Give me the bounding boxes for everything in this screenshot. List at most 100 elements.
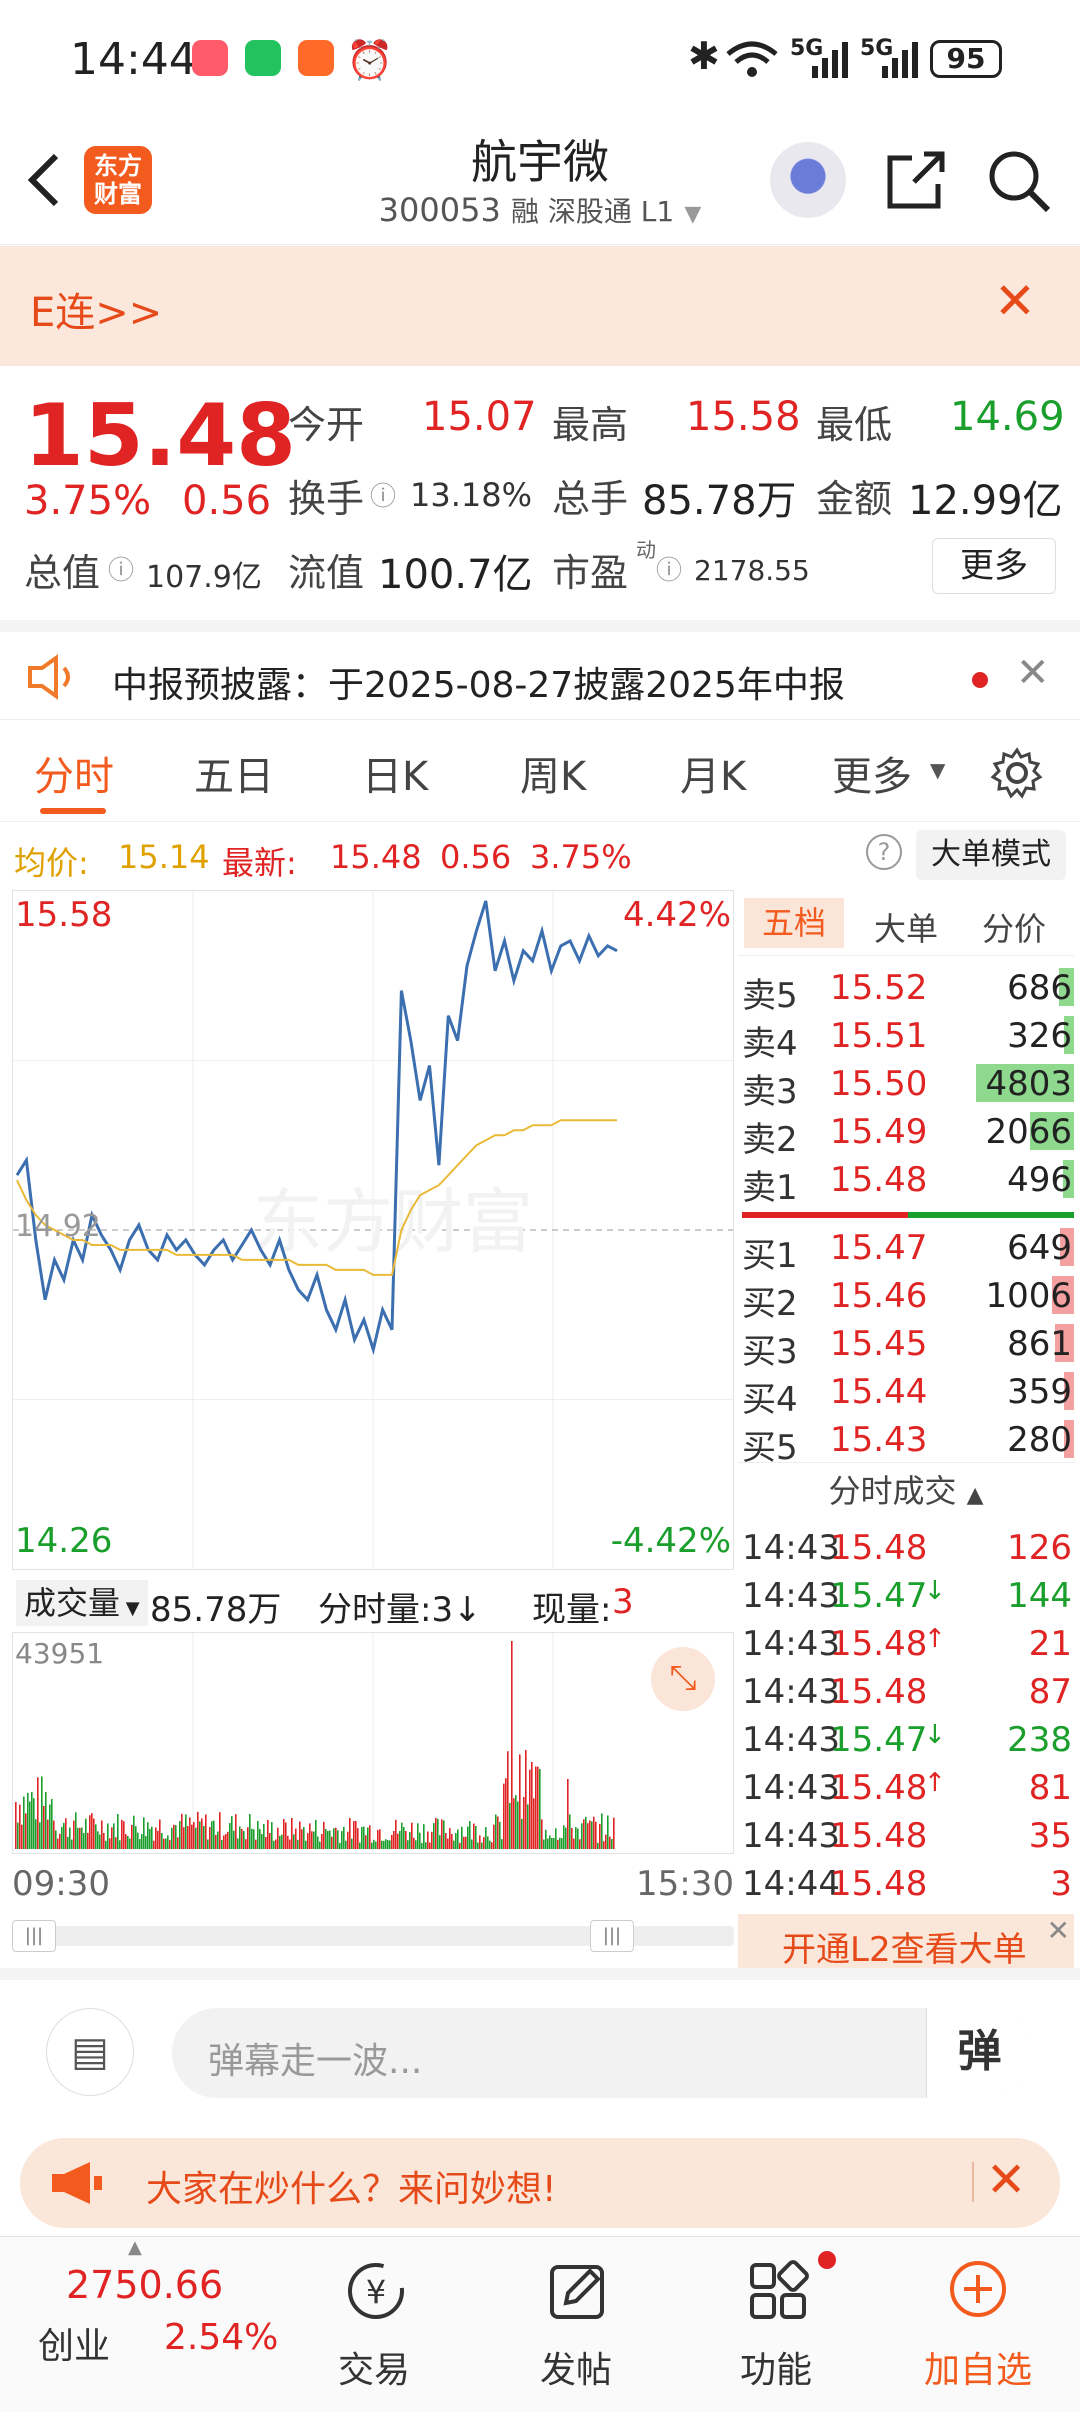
volume-bar (87, 1832, 89, 1849)
search-icon[interactable] (986, 148, 1052, 214)
tab-active-indicator (40, 808, 106, 814)
nav-add-watchlist[interactable]: 加自选 (878, 2237, 1078, 2413)
volume-bar (513, 1798, 515, 1849)
nav-functions[interactable]: 功能 (676, 2237, 876, 2413)
volume-bar (219, 1812, 221, 1849)
tab-week-k[interactable]: 周K (520, 744, 586, 802)
volume-bar (427, 1831, 429, 1849)
info-icon[interactable]: ⓘ (108, 550, 134, 587)
danmaku-input[interactable]: 弹幕走一波... 弹 (172, 2008, 1032, 2098)
l2-upgrade-banner[interactable]: 开通L2查看大单 ✕ (738, 1914, 1074, 1972)
avg-label: 均价: (14, 844, 89, 882)
volume-bar (339, 1842, 341, 1849)
volume-bar (149, 1828, 151, 1849)
volume-chart[interactable]: 43951 ⤡ (12, 1632, 734, 1854)
settings-gear-icon[interactable] (990, 746, 1044, 800)
bid-level-row[interactable]: 买3 15.45 861 (738, 1320, 1074, 1372)
volume-bar (365, 1835, 367, 1849)
l2-close-icon[interactable]: ✕ (1047, 1914, 1070, 1947)
nav-post[interactable]: 发帖 (476, 2237, 676, 2413)
info-icon[interactable]: ⓘ (370, 476, 396, 513)
announcement-bar[interactable]: 中报预披露：于2025-08-27披露2025年中报 ✕ (0, 620, 1080, 720)
ask-level-row[interactable]: 卖5 15.52 686 (738, 964, 1074, 1016)
ask-level-row[interactable]: 卖1 15.48 496 (738, 1156, 1074, 1208)
volume-bar (357, 1828, 359, 1849)
tab-month-k[interactable]: 月K (680, 744, 746, 802)
volume-bar (497, 1816, 499, 1849)
time-end: 15:30 (636, 1864, 734, 1904)
trades-title: 分时成交 (828, 1472, 957, 1510)
volume-bar (57, 1838, 59, 1849)
tab-five-level[interactable]: 五档 (744, 898, 844, 948)
latest-change: 0.56 (440, 838, 512, 876)
ask-level-row[interactable]: 卖2 15.49 2066 (738, 1108, 1074, 1160)
robot-avatar-icon[interactable] (770, 142, 846, 218)
tab-more[interactable]: 更多 (832, 744, 912, 802)
tab-day-k[interactable]: 日K (362, 744, 428, 802)
announcement-close-icon[interactable]: ✕ (1016, 650, 1050, 696)
trade-time: 14:43 (742, 1528, 840, 1568)
trade-volume: 21 (1028, 1624, 1072, 1664)
volume-bar (485, 1827, 487, 1849)
volume-bar (397, 1833, 399, 1849)
tab-five-day[interactable]: 五日 (194, 744, 274, 802)
ask-ai-banner[interactable]: 大家在炒什么？来问妙想! ✕ (20, 2138, 1060, 2228)
trades-header[interactable]: 分时成交 ▲ (738, 1462, 1074, 1518)
level-price: 15.50 (830, 1064, 928, 1104)
intraday-chart[interactable]: 东方财富 15.58 4.42% 14.92 14.26 -4.42% (12, 890, 734, 1570)
help-icon[interactable]: ? (866, 834, 902, 870)
volume-selector[interactable]: 成交量 ▼ (16, 1580, 148, 1626)
volume-bar (401, 1822, 403, 1849)
banner-close-icon[interactable]: ✕ (994, 272, 1036, 330)
trade-time: 14:43 (742, 1720, 840, 1760)
volume-bar (563, 1825, 565, 1849)
danmaku-bar: ▤ 弹幕走一波... 弹 (0, 1968, 1080, 2118)
expand-icon[interactable]: ⤡ (651, 1647, 715, 1711)
big-order-mode-button[interactable]: 大单模式 (916, 830, 1066, 880)
ask-close-icon[interactable]: ✕ (986, 2152, 1026, 2208)
bid-level-row[interactable]: 买5 15.43 280 (738, 1416, 1074, 1468)
index-quote[interactable]: ▲ 2750.66 创业 2.54% (0, 2237, 300, 2413)
volume-bar (593, 1816, 595, 1849)
volume-bar (341, 1831, 343, 1849)
danmaku-settings-icon[interactable]: ▤ (46, 2008, 134, 2096)
volume-bar (449, 1828, 451, 1849)
more-button[interactable]: 更多 (932, 538, 1056, 594)
bid-level-row[interactable]: 买4 15.44 359 (738, 1368, 1074, 1420)
volume-bar (399, 1830, 401, 1849)
nav-trade[interactable]: ¥ 交易 (274, 2237, 474, 2413)
volume-value: 85.78万 (642, 478, 797, 524)
tab-big-order[interactable]: 大单 (874, 904, 938, 950)
volume-bar (611, 1838, 613, 1849)
chart-range-scroller[interactable]: ||| ||| (12, 1916, 734, 1952)
volume-bar (163, 1838, 165, 1849)
tab-price-dist[interactable]: 分价 (982, 904, 1046, 950)
tab-intraday[interactable]: 分时 (34, 744, 114, 802)
level-volume: 326 (1007, 1016, 1072, 1056)
volume-bar (545, 1829, 547, 1849)
volume-bar (175, 1825, 177, 1849)
volume-bar (271, 1822, 273, 1849)
share-icon[interactable] (884, 148, 948, 212)
volume-bar (613, 1817, 615, 1849)
bid-level-row[interactable]: 买2 15.46 1006 (738, 1272, 1074, 1324)
change-value: 0.56 (182, 478, 272, 524)
scroller-handle-left[interactable]: ||| (12, 1920, 56, 1952)
volume-bar (205, 1814, 207, 1849)
volume-bar (225, 1834, 227, 1849)
info-icon[interactable]: ⓘ (656, 550, 682, 587)
level-label: 卖4 (742, 1024, 798, 1064)
danmaku-send-button[interactable]: 弹 (926, 2008, 1032, 2098)
volume-bar (381, 1840, 383, 1849)
ask-level-row[interactable]: 卖4 15.51 326 (738, 1012, 1074, 1064)
promo-banner[interactable]: E连>> ✕ (0, 246, 1080, 366)
ask-level-row[interactable]: 卖3 15.50 4803 (738, 1060, 1074, 1112)
volume-bar (323, 1821, 325, 1849)
bid-level-row[interactable]: 买1 15.47 649 (738, 1224, 1074, 1276)
open-value: 15.07 (422, 394, 537, 440)
trade-volume: 3 (1050, 1864, 1072, 1904)
amount-label: 金额 (816, 477, 893, 521)
volume-bar (25, 1813, 27, 1849)
volume-bar (535, 1766, 537, 1849)
scroller-handle-right[interactable]: ||| (590, 1920, 634, 1952)
